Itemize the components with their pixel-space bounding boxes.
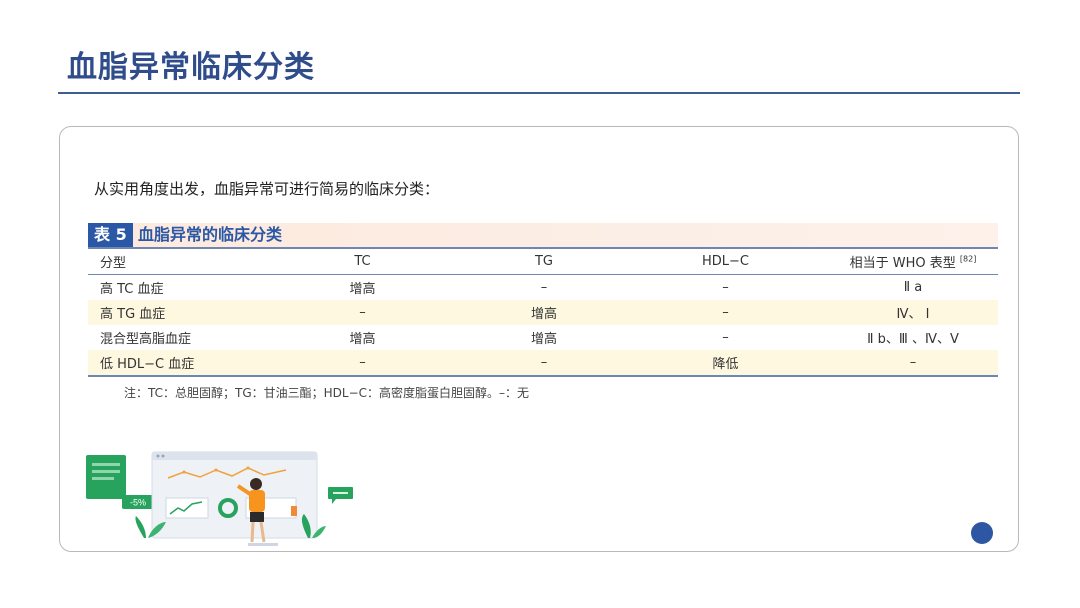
header-who: 相当于 WHO 表型 [82] <box>828 248 998 275</box>
intro-text: 从实用角度出发，血脂异常可进行简易的临床分类： <box>94 180 440 198</box>
header-hdlc: HDL−C <box>702 254 749 269</box>
cell-who: Ⅱ b、Ⅲ 、Ⅳ、Ⅴ <box>867 332 959 347</box>
table-row: 高 TG 血症 – 增高 – Ⅳ、 Ⅰ <box>88 300 998 325</box>
cell-who: Ⅳ、 Ⅰ <box>896 307 930 322</box>
header-tg: TG <box>534 254 553 269</box>
plant-left <box>135 516 146 538</box>
data-analysis-illustration: -5% <box>86 451 353 546</box>
cell-tc: 增高 <box>349 332 376 347</box>
cell-hdlc: – <box>722 330 729 345</box>
header-tc: TC <box>354 254 371 269</box>
cell-hdlc: – <box>722 280 729 295</box>
table-note: 注：TC：总胆固醇；TG：甘油三酯；HDL−C：高密度脂蛋白胆固醇。–：无 <box>124 386 530 400</box>
header-who-label: 相当于 WHO 表型 <box>849 256 956 271</box>
table-header-row: 分型 TC TG HDL−C 相当于 WHO 表型 [82] <box>88 248 998 275</box>
cell-tg: 增高 <box>530 307 557 322</box>
cell-tg: – <box>540 355 548 370</box>
table-row: 混合型高脂血症 增高 增高 – Ⅱ b、Ⅲ 、Ⅳ、Ⅴ <box>88 325 998 350</box>
cell-who: – <box>909 355 917 370</box>
dashboard-screen <box>151 451 318 539</box>
cell-type: 高 TC 血症 <box>100 282 164 297</box>
table-number-badge: 表 5 <box>88 223 133 247</box>
slide-indicator <box>971 522 1011 544</box>
table-row: 高 TC 血症 增高 – – Ⅱ a <box>88 275 998 301</box>
percent-label: -5% <box>130 498 146 508</box>
cell-tc: – <box>359 355 366 370</box>
person-head <box>250 478 262 490</box>
cell-type: 低 HDL−C 血症 <box>100 357 195 372</box>
header-type: 分型 <box>100 256 127 271</box>
classification-table: 分型 TC TG HDL−C 相当于 WHO 表型 [82] 高 TC 血症 增… <box>88 247 998 377</box>
table-heading: 表 5 血脂异常的临床分类 <box>88 223 998 247</box>
cell-tg: 增高 <box>530 332 557 347</box>
cell-tc: 增高 <box>349 282 376 297</box>
title-divider <box>58 92 1020 94</box>
table-row: 低 HDL−C 血症 – – 降低 – <box>88 350 998 376</box>
cell-hdlc: – <box>722 305 729 320</box>
indicator-dot-active <box>971 522 993 544</box>
cell-type: 高 TG 血症 <box>100 307 166 322</box>
cell-who: Ⅱ a <box>903 280 923 295</box>
cell-type: 混合型高脂血症 <box>100 332 192 347</box>
cell-tc: – <box>359 305 366 320</box>
table-caption: 血脂异常的临床分类 <box>138 225 283 244</box>
cell-tg: – <box>540 280 548 295</box>
page-title: 血脂异常临床分类 <box>67 50 315 85</box>
cell-hdlc: 降低 <box>712 357 739 372</box>
header-who-reference: [82] <box>959 254 977 264</box>
